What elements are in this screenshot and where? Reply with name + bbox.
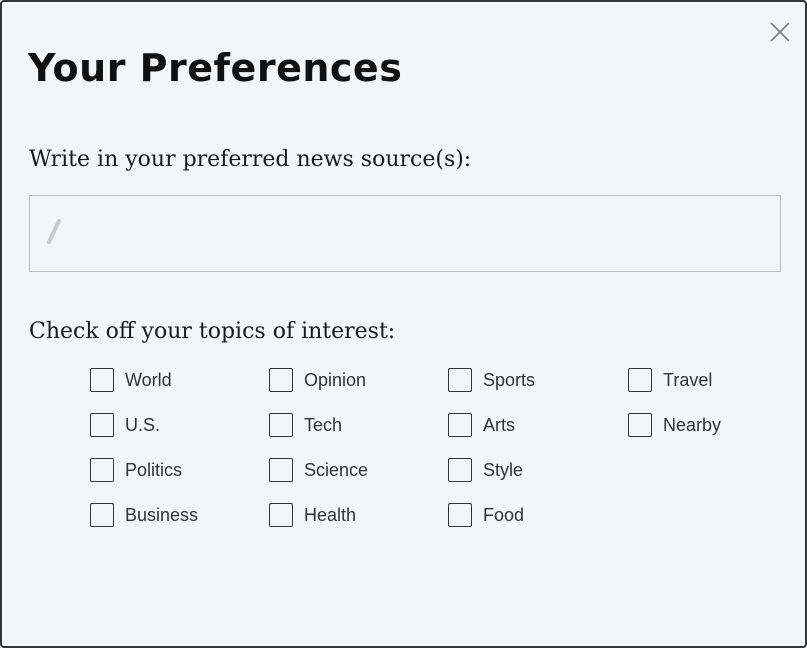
topics-grid: World U.S. Politics Business Opinion Tec… <box>90 368 790 538</box>
checkbox-box[interactable] <box>448 413 472 437</box>
checkbox-box[interactable] <box>628 413 652 437</box>
topic-checkbox-health[interactable]: Health <box>269 503 356 527</box>
preferences-dialog: Your Preferences Write in your preferred… <box>0 0 807 648</box>
checkbox-box[interactable] <box>269 413 293 437</box>
topic-label: Science <box>304 459 369 480</box>
topic-label: Food <box>483 504 525 525</box>
topic-checkbox-politics[interactable]: Politics <box>90 458 182 482</box>
checkbox-box[interactable] <box>448 458 472 482</box>
topic-label: Tech <box>304 414 343 435</box>
topic-checkbox-opinion[interactable]: Opinion <box>269 368 366 392</box>
topic-label: Politics <box>125 459 183 480</box>
checkbox-box[interactable] <box>90 503 114 527</box>
topic-checkbox-arts[interactable]: Arts <box>448 413 515 437</box>
checkbox-box[interactable] <box>269 368 293 392</box>
topic-checkbox-world[interactable]: World <box>90 368 172 392</box>
topic-checkbox-nearby[interactable]: Nearby <box>628 413 721 437</box>
checkbox-box[interactable] <box>90 458 114 482</box>
topic-label: Business <box>125 504 199 525</box>
topic-label: Nearby <box>663 414 722 435</box>
close-icon[interactable] <box>768 20 792 44</box>
topic-checkbox-us[interactable]: U.S. <box>90 413 160 437</box>
topic-label: Opinion <box>304 369 367 390</box>
topic-label: U.S. <box>125 414 161 435</box>
checkbox-box[interactable] <box>448 368 472 392</box>
topic-checkbox-science[interactable]: Science <box>269 458 368 482</box>
topic-label: Sports <box>483 369 536 390</box>
topic-checkbox-tech[interactable]: Tech <box>269 413 342 437</box>
checkbox-box[interactable] <box>90 368 114 392</box>
topic-checkbox-food[interactable]: Food <box>448 503 524 527</box>
topic-label: Health <box>304 504 357 525</box>
topic-checkbox-sports[interactable]: Sports <box>448 368 535 392</box>
news-source-label: Write in your preferred news source(s): <box>29 147 472 172</box>
topic-checkbox-travel[interactable]: Travel <box>628 368 712 392</box>
checkbox-box[interactable] <box>448 503 472 527</box>
topic-label: World <box>125 369 172 390</box>
checkbox-box[interactable] <box>90 413 114 437</box>
checkbox-box[interactable] <box>269 503 293 527</box>
topic-label: Style <box>483 459 524 480</box>
dialog-title: Your Preferences <box>28 46 403 90</box>
topic-checkbox-business[interactable]: Business <box>90 503 198 527</box>
topics-label: Check off your topics of interest: <box>29 319 396 344</box>
news-source-input[interactable] <box>29 195 781 272</box>
checkbox-box[interactable] <box>628 368 652 392</box>
checkbox-box[interactable] <box>269 458 293 482</box>
topic-label: Arts <box>483 414 516 435</box>
topic-checkbox-style[interactable]: Style <box>448 458 523 482</box>
topic-label: Travel <box>663 369 713 390</box>
